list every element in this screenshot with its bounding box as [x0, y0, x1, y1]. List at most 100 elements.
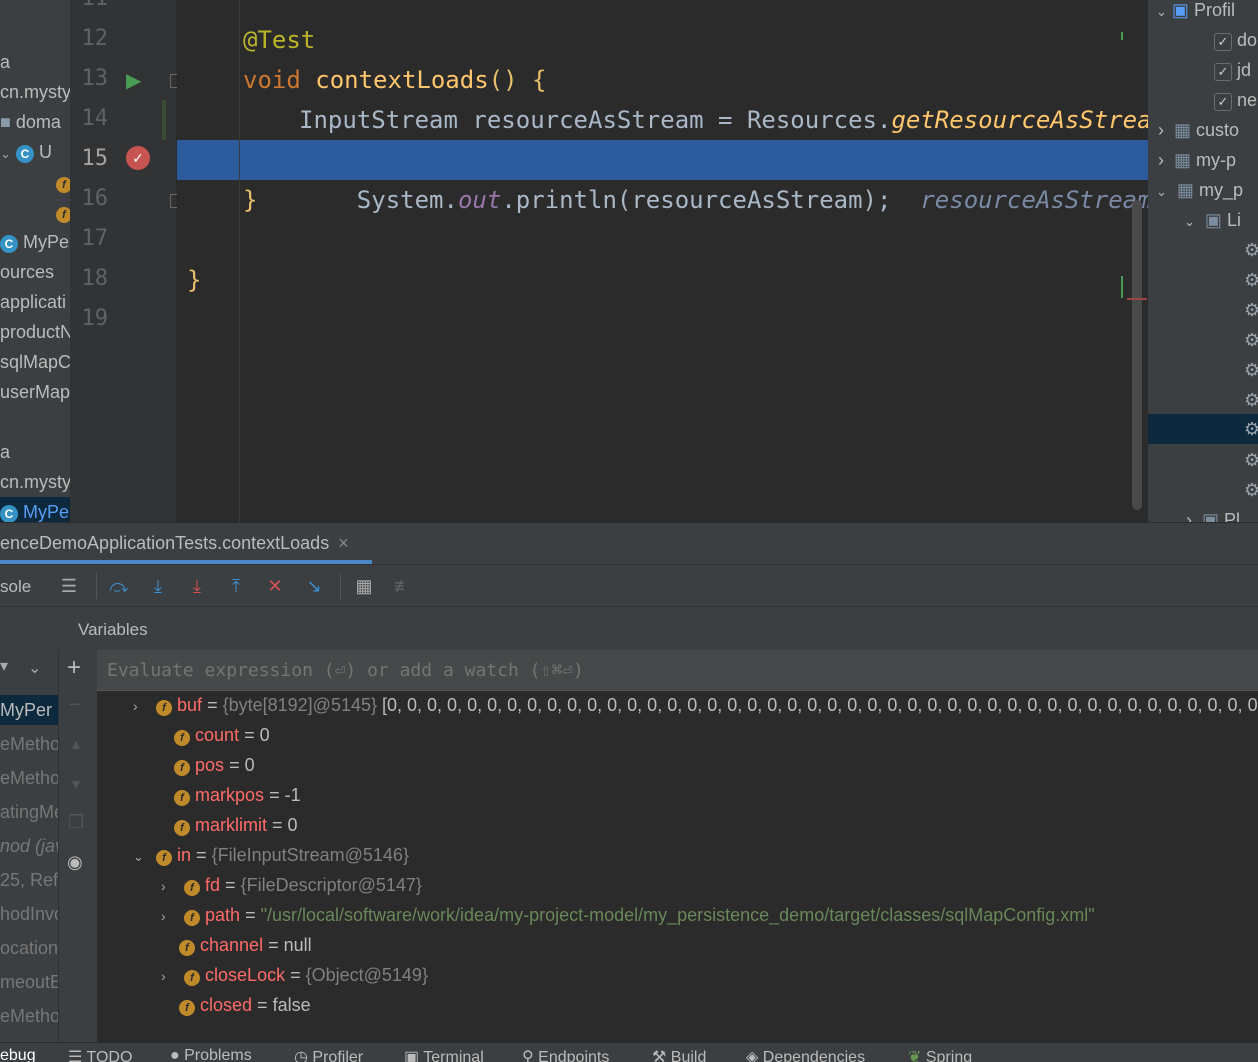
variable-row[interactable]: f markpos = -1	[151, 780, 301, 810]
editor-scrollbar[interactable]	[1132, 200, 1142, 510]
tab-spring[interactable]: ❦ Spring	[908, 1047, 972, 1062]
variable-row[interactable]: › f fd = {FileDescriptor@5147}	[161, 870, 422, 900]
debug-session-tab[interactable]: enceDemoApplicationTests.contextLoads ×	[0, 533, 349, 554]
frame-item[interactable]: eMetho	[0, 763, 58, 793]
code-editor[interactable]: @Test void contextLoads() { InputStream …	[177, 0, 1148, 522]
variable-row[interactable]: f channel = null	[179, 930, 312, 960]
gear-icon[interactable]: ⚙	[1244, 325, 1258, 355]
run-to-cursor-icon[interactable]: ↘	[301, 573, 327, 599]
variable-row[interactable]: ⌄ f in = {FileInputStream@5146}	[133, 840, 409, 870]
tab-build[interactable]: ⚒ Build	[652, 1047, 706, 1062]
add-watch-icon[interactable]: +	[67, 654, 81, 682]
gear-icon[interactable]: ⚙	[1244, 265, 1258, 295]
tree-item[interactable]: sqlMapC	[0, 347, 70, 377]
filter-icon[interactable]: ▾	[0, 656, 8, 676]
variable-row[interactable]: › f buf = {byte[8192]@5145} [0, 0, 0, 0,…	[133, 690, 1258, 720]
module-node[interactable]: › ▦ my-p	[1158, 145, 1236, 175]
variable-row[interactable]: f closed = false	[179, 990, 311, 1020]
frame-item[interactable]: eMetho	[0, 1001, 58, 1031]
checkbox[interactable]: ✓	[1214, 63, 1232, 81]
step-over-icon[interactable]: ⤼	[106, 573, 132, 599]
close-icon[interactable]: ×	[338, 533, 349, 553]
profile-item[interactable]: ✓ do	[1214, 25, 1257, 55]
tab-todo[interactable]: ☰ TODO	[68, 1047, 132, 1062]
eye-icon[interactable]: ◉	[67, 852, 83, 873]
tree-item[interactable]: a	[0, 47, 10, 77]
frame-item[interactable]: atingMe	[0, 797, 58, 827]
tab-terminal[interactable]: ▣ Terminal	[404, 1047, 484, 1062]
frame-item[interactable]: meoutE	[0, 967, 58, 997]
step-out-icon[interactable]: ⤒	[223, 573, 249, 599]
selected-row[interactable]	[1148, 414, 1258, 444]
tree-item[interactable]: userMap	[0, 377, 70, 407]
copy-icon[interactable]: ❐	[68, 812, 84, 833]
variable-row[interactable]: f pos = 0	[151, 750, 255, 780]
tree-item[interactable]: ⌄ C U	[0, 137, 52, 167]
chevron-down-icon[interactable]: ⌄	[28, 658, 41, 678]
remove-watch-icon[interactable]: −	[69, 694, 81, 717]
tree-item[interactable]: productN	[0, 317, 70, 347]
gear-icon[interactable]: ⚙	[1244, 414, 1258, 444]
field-icon: f	[184, 880, 201, 896]
breakpoint-icon[interactable]: ✓	[126, 146, 150, 170]
tree-item[interactable]: f	[56, 197, 70, 227]
gear-icon[interactable]: ⚙	[1244, 355, 1258, 385]
layout-icon[interactable]: ☰	[56, 573, 82, 599]
profile-item[interactable]: ✓ jd	[1214, 55, 1251, 85]
frame-item[interactable]: hodInvo	[0, 899, 58, 929]
checkbox[interactable]: ✓	[1214, 93, 1232, 111]
tree-item[interactable]: cn.mysty	[0, 467, 70, 497]
profiles-node[interactable]: ⌄ ▣ Profil	[1156, 0, 1235, 25]
force-step-into-icon[interactable]: ⤓	[184, 573, 210, 599]
module-node[interactable]: ⌄ ▦ my_p	[1156, 175, 1243, 205]
chevron-down-icon[interactable]: ⌄	[133, 842, 151, 872]
chevron-down-icon[interactable]: ⌄	[0, 146, 11, 161]
chevron-right-icon[interactable]: ›	[161, 871, 179, 901]
frame-item[interactable]: ocationI	[0, 933, 58, 963]
tab-debug[interactable]: ebug	[0, 1047, 36, 1062]
move-down-icon[interactable]: ▼	[69, 776, 83, 792]
gear-icon[interactable]: ⚙	[1244, 445, 1258, 475]
evaluate-expression-input[interactable]	[105, 656, 1229, 684]
drop-frame-icon[interactable]: ✕	[262, 573, 288, 599]
tab-console[interactable]: sole	[0, 577, 31, 597]
variable-row[interactable]: › f path = "/usr/local/software/work/ide…	[161, 900, 1095, 930]
tree-item[interactable]: ■ doma	[0, 107, 61, 137]
tree-item[interactable]: ources	[0, 257, 54, 287]
variable-row[interactable]: f marklimit = 0	[151, 810, 298, 840]
profile-item[interactable]: ✓ ne	[1214, 85, 1257, 115]
tree-item-selected[interactable]: C MyPe	[0, 497, 70, 522]
gear-icon[interactable]: ⚙	[1244, 475, 1258, 505]
frame-item[interactable]: 25, Refle	[0, 865, 58, 895]
gear-icon[interactable]: ⚙	[1244, 385, 1258, 415]
checkbox[interactable]: ✓	[1214, 33, 1232, 51]
tree-item[interactable]: cn.mysty	[0, 77, 70, 107]
module-node[interactable]: › ▦ custo	[1158, 115, 1239, 145]
tree-item[interactable]: C MyPe	[0, 227, 69, 257]
chevron-right-icon[interactable]: ›	[161, 901, 179, 931]
trace-icon[interactable]: ≢	[390, 573, 416, 599]
tree-item[interactable]: applicati	[0, 287, 66, 317]
variable-row[interactable]: › f closeLock = {Object@5149}	[161, 960, 428, 990]
tab-problems[interactable]: ● Problems	[170, 1047, 252, 1062]
frame-item[interactable]: nod (jav	[0, 831, 58, 861]
tree-item[interactable]: a	[0, 437, 10, 467]
tab-dependencies[interactable]: ◈ Dependencies	[746, 1047, 865, 1062]
evaluate-expression-field[interactable]	[97, 650, 1258, 691]
chevron-right-icon[interactable]: ›	[161, 961, 179, 991]
tab-profiler[interactable]: ◷ Profiler	[294, 1047, 363, 1062]
evaluate-expression-icon[interactable]: ▦	[351, 573, 377, 599]
tab-endpoints[interactable]: ⚲ Endpoints	[522, 1047, 609, 1062]
run-icon[interactable]: ▶	[126, 68, 141, 93]
step-into-icon[interactable]: ⤓	[145, 573, 171, 599]
lifecycle-node[interactable]: ⌄ ▣ Li	[1184, 205, 1241, 235]
frame-item[interactable]: MyPer	[0, 695, 52, 725]
chevron-right-icon[interactable]: ›	[133, 691, 151, 721]
gear-icon[interactable]: ⚙	[1244, 295, 1258, 325]
variable-row[interactable]: f count = 0	[151, 720, 270, 750]
plugins-node[interactable]: › ▣ Pl	[1186, 505, 1240, 522]
frame-item[interactable]: eMetho	[0, 729, 58, 759]
tree-item[interactable]: f	[56, 167, 70, 197]
gear-icon[interactable]: ⚙	[1244, 235, 1258, 265]
move-up-icon[interactable]: ▲	[69, 736, 83, 752]
